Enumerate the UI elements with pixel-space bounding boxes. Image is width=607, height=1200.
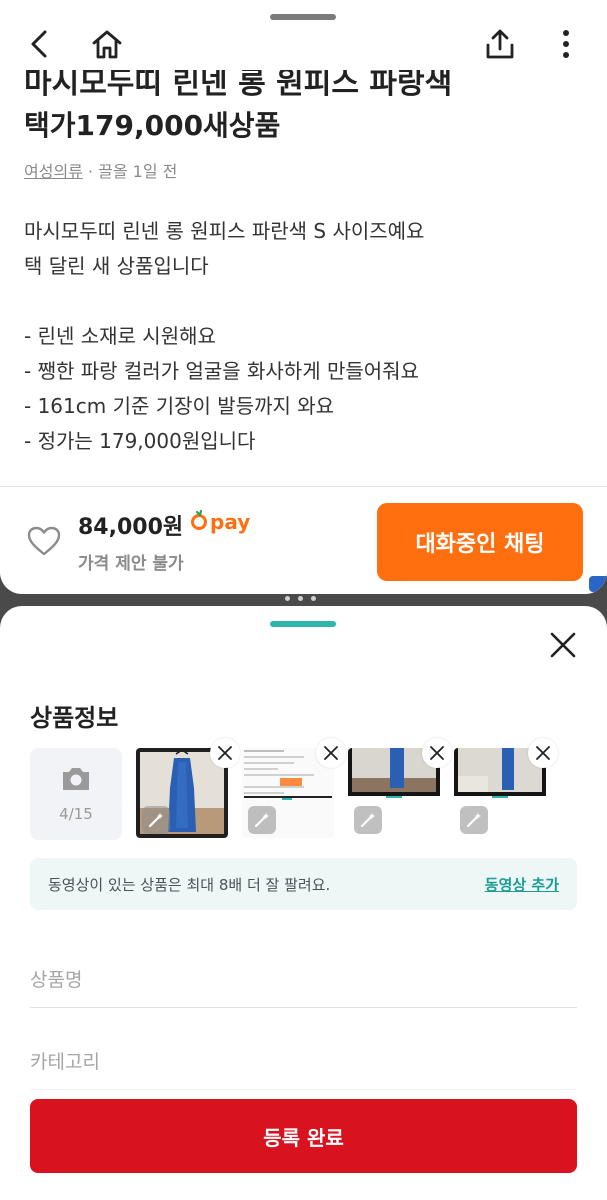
photo-thumb[interactable] <box>454 738 558 838</box>
photo-count: 4/15 <box>59 805 93 823</box>
pay-label: pay <box>210 510 251 534</box>
section-title: 상품정보 <box>30 704 119 732</box>
add-photo-button[interactable]: 4/15 <box>30 748 122 840</box>
remove-photo-icon[interactable] <box>316 738 346 768</box>
register-sheet: 상품정보 4/15 동영상이 있는 상품은 최대 8배 더 잘 팔려요. 동영상… <box>0 606 607 1200</box>
home-icon[interactable] <box>87 24 127 64</box>
photo-thumb[interactable] <box>136 738 240 838</box>
heart-icon[interactable] <box>26 525 62 561</box>
video-tip-banner: 동영상이 있는 상품은 최대 8배 더 잘 팔려요. 동영상 추가 <box>30 858 577 910</box>
description-line: - 쨍한 파랑 컬러가 얼굴을 화사하게 만들어줘요 <box>24 359 419 383</box>
share-icon[interactable] <box>480 24 520 64</box>
side-edge-tab[interactable] <box>589 576 607 592</box>
product-name-field <box>30 952 577 1008</box>
remove-photo-icon[interactable] <box>210 738 240 768</box>
price-bar: 84,000원 pay 가격 제안 불가 대화중인 채팅 <box>0 486 607 594</box>
add-video-link[interactable]: 동영상 추가 <box>485 874 559 895</box>
chat-button[interactable]: 대화중인 채팅 <box>377 503 583 581</box>
listing-meta: 여성의류 · 끌올 1일 전 <box>24 158 177 182</box>
description-line: - 린넨 소재로 시원해요 <box>24 324 216 348</box>
category-input[interactable] <box>30 1050 577 1073</box>
pay-badge: pay <box>190 509 250 535</box>
back-icon[interactable] <box>20 24 60 64</box>
category-link[interactable]: 여성의류 <box>24 162 83 181</box>
description-line: 택 달린 새 상품입니다 <box>24 254 209 278</box>
description-line: - 정가는 179,000원입니다 <box>24 429 256 453</box>
magic-wand-icon[interactable] <box>142 806 170 834</box>
listing-time: · 끌올 1일 전 <box>82 162 178 181</box>
listing-panel: 마시모두띠 린넨 롱 원피스 파랑색 택가179,000새상품 여성의류 · 끌… <box>0 0 607 594</box>
more-icon[interactable] <box>546 24 586 64</box>
description-line: 마시모두띠 린넨 롱 원피스 파란색 S 사이즈예요 <box>24 219 425 243</box>
listing-description: 마시모두띠 린넨 롱 원피스 파란색 S 사이즈예요 택 달린 새 상품입니다 … <box>24 214 584 459</box>
listing-title-partial: 마시모두띠 린넨 롱 원피스 파랑색 <box>24 66 453 101</box>
camera-icon <box>60 765 92 797</box>
submit-button[interactable]: 등록 완료 <box>30 1099 577 1173</box>
photo-row: 4/15 <box>30 738 590 842</box>
photo-thumb[interactable] <box>348 738 452 838</box>
price: 84,000원 <box>78 515 184 540</box>
remove-photo-icon[interactable] <box>528 738 558 768</box>
handle-dot <box>298 596 303 601</box>
magic-wand-icon[interactable] <box>248 806 276 834</box>
magic-wand-icon[interactable] <box>354 806 382 834</box>
handle-dot <box>311 596 316 601</box>
negotiation-status: 가격 제안 불가 <box>78 554 184 574</box>
description-line <box>24 284 584 319</box>
carrot-pay-icon <box>190 509 208 535</box>
product-name-input[interactable] <box>30 968 577 991</box>
split-screen-handle[interactable] <box>285 596 316 601</box>
photo-thumb[interactable] <box>242 738 346 838</box>
top-drag-handle[interactable] <box>270 14 336 20</box>
magic-wand-icon[interactable] <box>460 806 488 834</box>
video-tip-text: 동영상이 있는 상품은 최대 8배 더 잘 팔려요. <box>48 875 331 894</box>
listing-title: 택가179,000새상품 <box>24 109 281 142</box>
remove-photo-icon[interactable] <box>422 738 452 768</box>
sheet-drag-handle[interactable] <box>270 621 336 627</box>
description-line: - 161cm 기준 기장이 발등까지 와요 <box>24 394 335 418</box>
category-field <box>30 1034 577 1090</box>
handle-dot <box>285 596 290 601</box>
close-icon[interactable] <box>544 626 582 664</box>
